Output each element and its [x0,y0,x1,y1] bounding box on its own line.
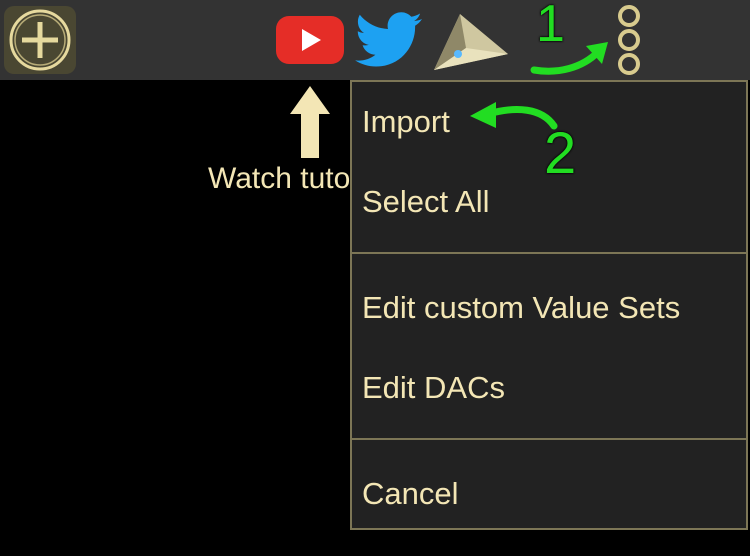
paper-plane-icon [434,14,508,70]
twitter-icon [355,12,422,67]
send-button[interactable] [430,10,510,74]
youtube-icon [276,16,344,64]
menu-item-cancel[interactable]: Cancel [362,476,459,512]
up-arrow-icon [290,86,330,158]
vertical-ellipsis-icon [618,5,640,75]
annotation-arrow-1 [530,42,608,75]
menu-item-select-all[interactable]: Select All [362,184,490,220]
menu-item-import[interactable]: Import [362,104,450,140]
plus-circle-icon [9,9,71,71]
add-button[interactable] [4,6,76,74]
twitter-button[interactable] [354,12,424,70]
menu-divider [352,252,746,254]
menu-divider [352,438,746,440]
annotation-step-2: 2 [544,121,577,186]
watch-tutorial-label: Watch tuto [208,162,351,195]
menu-item-edit-dacs[interactable]: Edit DACs [362,370,505,406]
menu-item-edit-custom-value-sets[interactable]: Edit custom Value Sets [362,290,680,326]
toolbar [0,0,750,80]
youtube-button[interactable] [276,16,344,64]
overflow-menu-button[interactable] [612,4,646,76]
